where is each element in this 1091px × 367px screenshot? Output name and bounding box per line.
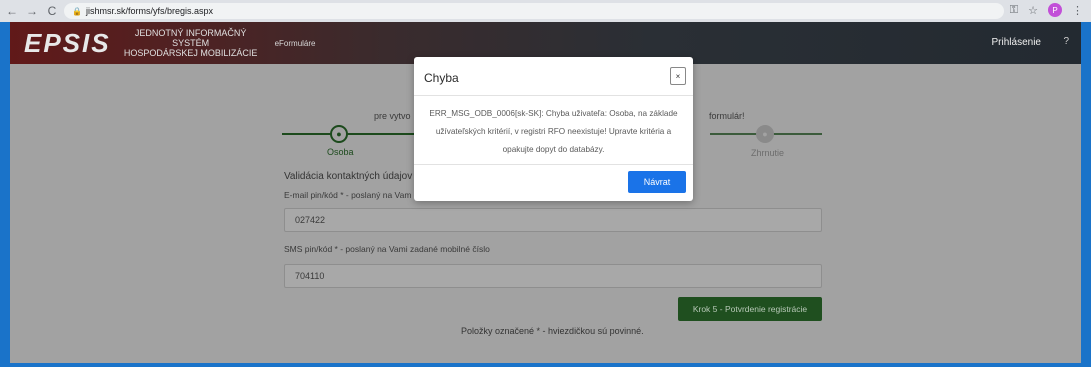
forward-icon[interactable]: → [24,3,40,19]
help-icon[interactable]: ? [1063,36,1069,47]
intro-text: pre vytvo [374,111,411,121]
sms-pin-label: SMS pin/kód * - poslaný na Vami zadané m… [284,244,490,254]
error-message: ERR_MSG_ODB_0006[sk-SK]: Chyba uživateľa… [429,109,678,154]
browser-actions: ⚿ ☆ P ⋮ [1010,3,1083,17]
email-pin-label: E-mail pin/kód * - poslaný na Vam [284,190,412,200]
url-text: jishmsr.sk/forms/yfs/bregis.aspx [85,6,213,16]
logo-subtitle: JEDNOTNÝ INFORMAČNÝ SYSTÉM HOSPODÁRSKEJ … [123,28,258,58]
modal-divider [414,164,693,165]
step-label-zhrnutie: Zhrnutie [751,148,785,158]
login-link[interactable]: Prihlásenie [992,37,1041,48]
address-bar[interactable]: 🔒 jishmsr.sk/forms/yfs/bregis.aspx [64,3,1004,19]
sms-pin-input[interactable]: 704110 [284,264,822,288]
confirm-registration-button[interactable]: Krok 5 - Potvrdenie registrácie [678,297,822,321]
required-fields-note: Položky označené * - hviezdičkou sú povi… [461,326,644,336]
section-title: Validácia kontaktných údajov [284,171,413,182]
eforms-link[interactable]: eFormuláre [275,39,316,48]
key-icon[interactable]: ⚿ [1010,4,1018,17]
modal-divider [414,95,693,96]
return-button[interactable]: Návrat [628,171,686,193]
intro-text-end: formulár! [709,111,745,121]
person-icon: ● [756,125,774,143]
person-icon: ● [330,125,348,143]
error-modal: Chyba × ERR_MSG_ODB_0006[sk-SK]: Chyba u… [414,57,693,201]
star-icon[interactable]: ☆ [1028,4,1038,17]
epsis-logo[interactable]: EPSIS [24,28,111,59]
modal-title: Chyba [424,71,459,85]
back-icon[interactable]: ← [4,3,20,19]
step-label-osoba: Osoba [327,147,354,157]
profile-avatar[interactable]: P [1048,3,1062,17]
email-pin-input[interactable]: 027422 [284,208,822,232]
reload-icon[interactable]: C [44,3,60,19]
close-button[interactable]: × [670,67,686,85]
browser-toolbar: ← → C 🔒 jishmsr.sk/forms/yfs/bregis.aspx… [0,0,1091,22]
menu-icon[interactable]: ⋮ [1072,4,1083,17]
progress-line [282,133,426,135]
lock-icon: 🔒 [72,6,82,16]
